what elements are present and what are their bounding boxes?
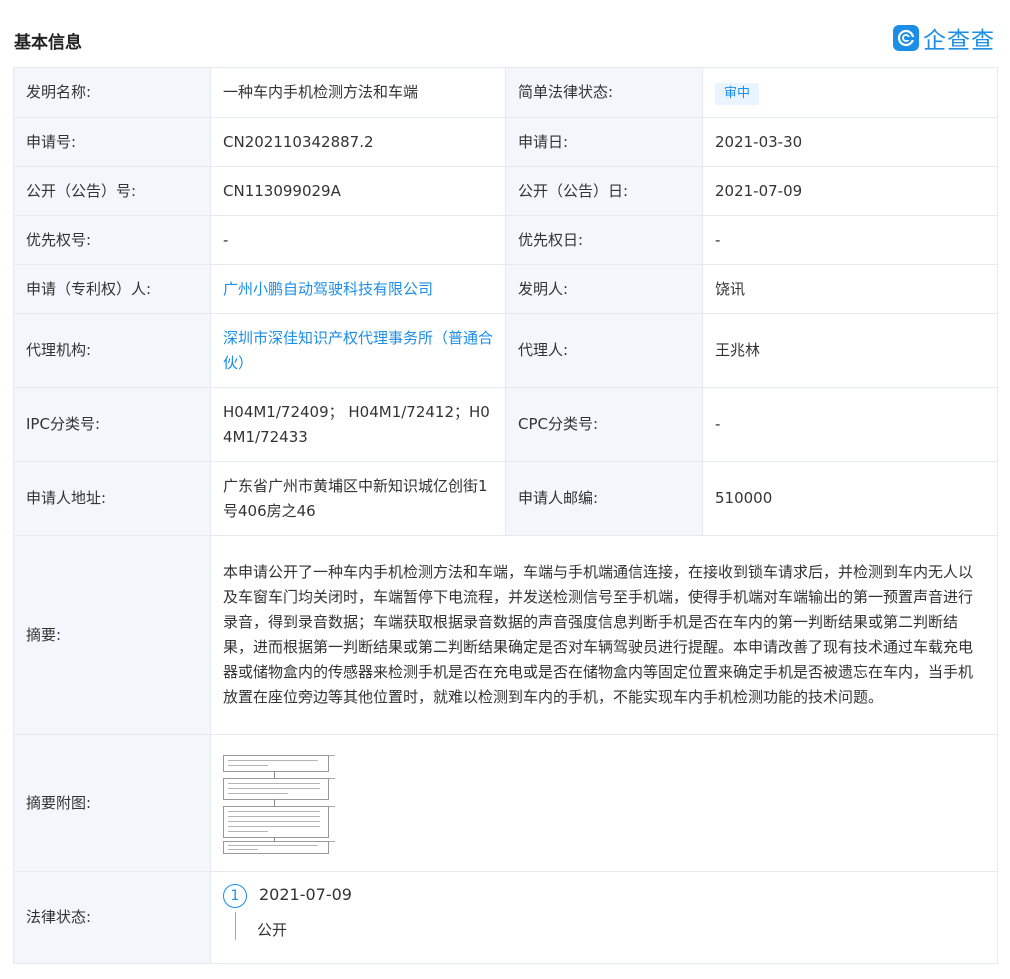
status-badge: 审中 bbox=[715, 83, 760, 105]
label-applicant: 申请（专利权）人: bbox=[13, 264, 211, 314]
label-ipc: IPC分类号: bbox=[13, 387, 211, 462]
value-agency-cell: 深圳市深佳知识产权代理事务所（普通合伙） bbox=[210, 313, 506, 388]
table-row: 申请号: CN202110342887.2 申请日: 2021-03-30 bbox=[13, 117, 998, 167]
abstract-figure-thumbnail[interactable] bbox=[223, 753, 336, 854]
table-row: 摘要: 本申请公开了一种车内手机检测方法和车端，车端与手机端通信连接，在接收到锁… bbox=[13, 535, 998, 735]
agency-link[interactable]: 深圳市深佳知识产权代理事务所（普通合伙） bbox=[223, 329, 493, 372]
value-applicant-cell: 广州小鹏自动驾驶科技有限公司 bbox=[210, 264, 506, 314]
label-priority-date: 优先权日: bbox=[505, 215, 703, 265]
patent-info-table: 发明名称: 一种车内手机检测方法和车端 简单法律状态: 审中 申请号: CN20… bbox=[13, 67, 998, 964]
table-row: IPC分类号: H04M1/72409； H04M1/72412；H04M1/7… bbox=[13, 387, 998, 462]
qichacha-logo[interactable]: 企查查 bbox=[893, 22, 995, 54]
label-app-no: 申请号: bbox=[13, 117, 211, 167]
label-legal-status: 法律状态: bbox=[13, 871, 211, 964]
label-app-date: 申请日: bbox=[505, 117, 703, 167]
header: 基本信息 企查查 bbox=[0, 0, 1010, 68]
value-inventor: 饶讯 bbox=[702, 264, 998, 314]
label-pub-no: 公开（公告）号: bbox=[13, 166, 211, 216]
label-abstract-fig: 摘要附图: bbox=[13, 734, 211, 872]
value-app-date: 2021-03-30 bbox=[702, 117, 998, 167]
value-pub-no: CN113099029A bbox=[210, 166, 506, 216]
label-invention-name: 发明名称: bbox=[13, 67, 211, 118]
logo-text: 企查查 bbox=[923, 28, 995, 54]
label-agent: 代理人: bbox=[505, 313, 703, 388]
value-invention-name: 一种车内手机检测方法和车端 bbox=[210, 67, 506, 118]
value-postcode: 510000 bbox=[702, 461, 998, 536]
value-cpc: - bbox=[702, 387, 998, 462]
table-row: 申请人地址: 广东省广州市黄埔区中新知识城亿创街1号406房之46 申请人邮编:… bbox=[13, 461, 998, 536]
value-app-no: CN202110342887.2 bbox=[210, 117, 506, 167]
value-address: 广东省广州市黄埔区中新知识城亿创街1号406房之46 bbox=[210, 461, 506, 536]
timeline-step-status: 公开 bbox=[257, 921, 288, 939]
value-legal-status-simple-cell: 审中 bbox=[702, 67, 998, 118]
value-pub-date: 2021-07-09 bbox=[702, 166, 998, 216]
timeline-step-date: 2021-07-09 bbox=[259, 885, 352, 904]
value-priority-no: - bbox=[210, 215, 506, 265]
section-title: 基本信息 bbox=[14, 33, 82, 53]
label-legal-status-simple: 简单法律状态: bbox=[505, 67, 703, 118]
table-row: 法律状态: 1 2021-07-09 公开 bbox=[13, 871, 998, 964]
table-row: 优先权号: - 优先权日: - bbox=[13, 215, 998, 265]
label-address: 申请人地址: bbox=[13, 461, 211, 536]
label-agency: 代理机构: bbox=[13, 313, 211, 388]
value-priority-date: - bbox=[702, 215, 998, 265]
label-inventor: 发明人: bbox=[505, 264, 703, 314]
table-row: 公开（公告）号: CN113099029A 公开（公告）日: 2021-07-0… bbox=[13, 166, 998, 216]
table-row: 代理机构: 深圳市深佳知识产权代理事务所（普通合伙） 代理人: 王兆林 bbox=[13, 313, 998, 388]
value-agent: 王兆林 bbox=[702, 313, 998, 388]
value-ipc: H04M1/72409； H04M1/72412；H04M1/72433 bbox=[210, 387, 506, 462]
timeline-step-index: 1 bbox=[223, 884, 247, 908]
value-legal-status-cell: 1 2021-07-09 公开 bbox=[210, 871, 998, 964]
label-postcode: 申请人邮编: bbox=[505, 461, 703, 536]
value-abstract: 本申请公开了一种车内手机检测方法和车端，车端与手机端通信连接，在接收到锁车请求后… bbox=[210, 535, 998, 735]
table-row: 发明名称: 一种车内手机检测方法和车端 简单法律状态: 审中 bbox=[13, 67, 998, 118]
table-row: 申请（专利权）人: 广州小鹏自动驾驶科技有限公司 发明人: 饶讯 bbox=[13, 264, 998, 314]
timeline-connector bbox=[235, 912, 236, 940]
value-abstract-fig-cell bbox=[210, 734, 998, 872]
table-row: 摘要附图: bbox=[13, 734, 998, 872]
label-priority-no: 优先权号: bbox=[13, 215, 211, 265]
label-pub-date: 公开（公告）日: bbox=[505, 166, 703, 216]
applicant-link[interactable]: 广州小鹏自动驾驶科技有限公司 bbox=[223, 280, 433, 298]
label-cpc: CPC分类号: bbox=[505, 387, 703, 462]
logo-mark-icon bbox=[893, 25, 919, 51]
legal-status-timeline: 1 2021-07-09 公开 bbox=[223, 880, 985, 955]
label-abstract: 摘要: bbox=[13, 535, 211, 735]
